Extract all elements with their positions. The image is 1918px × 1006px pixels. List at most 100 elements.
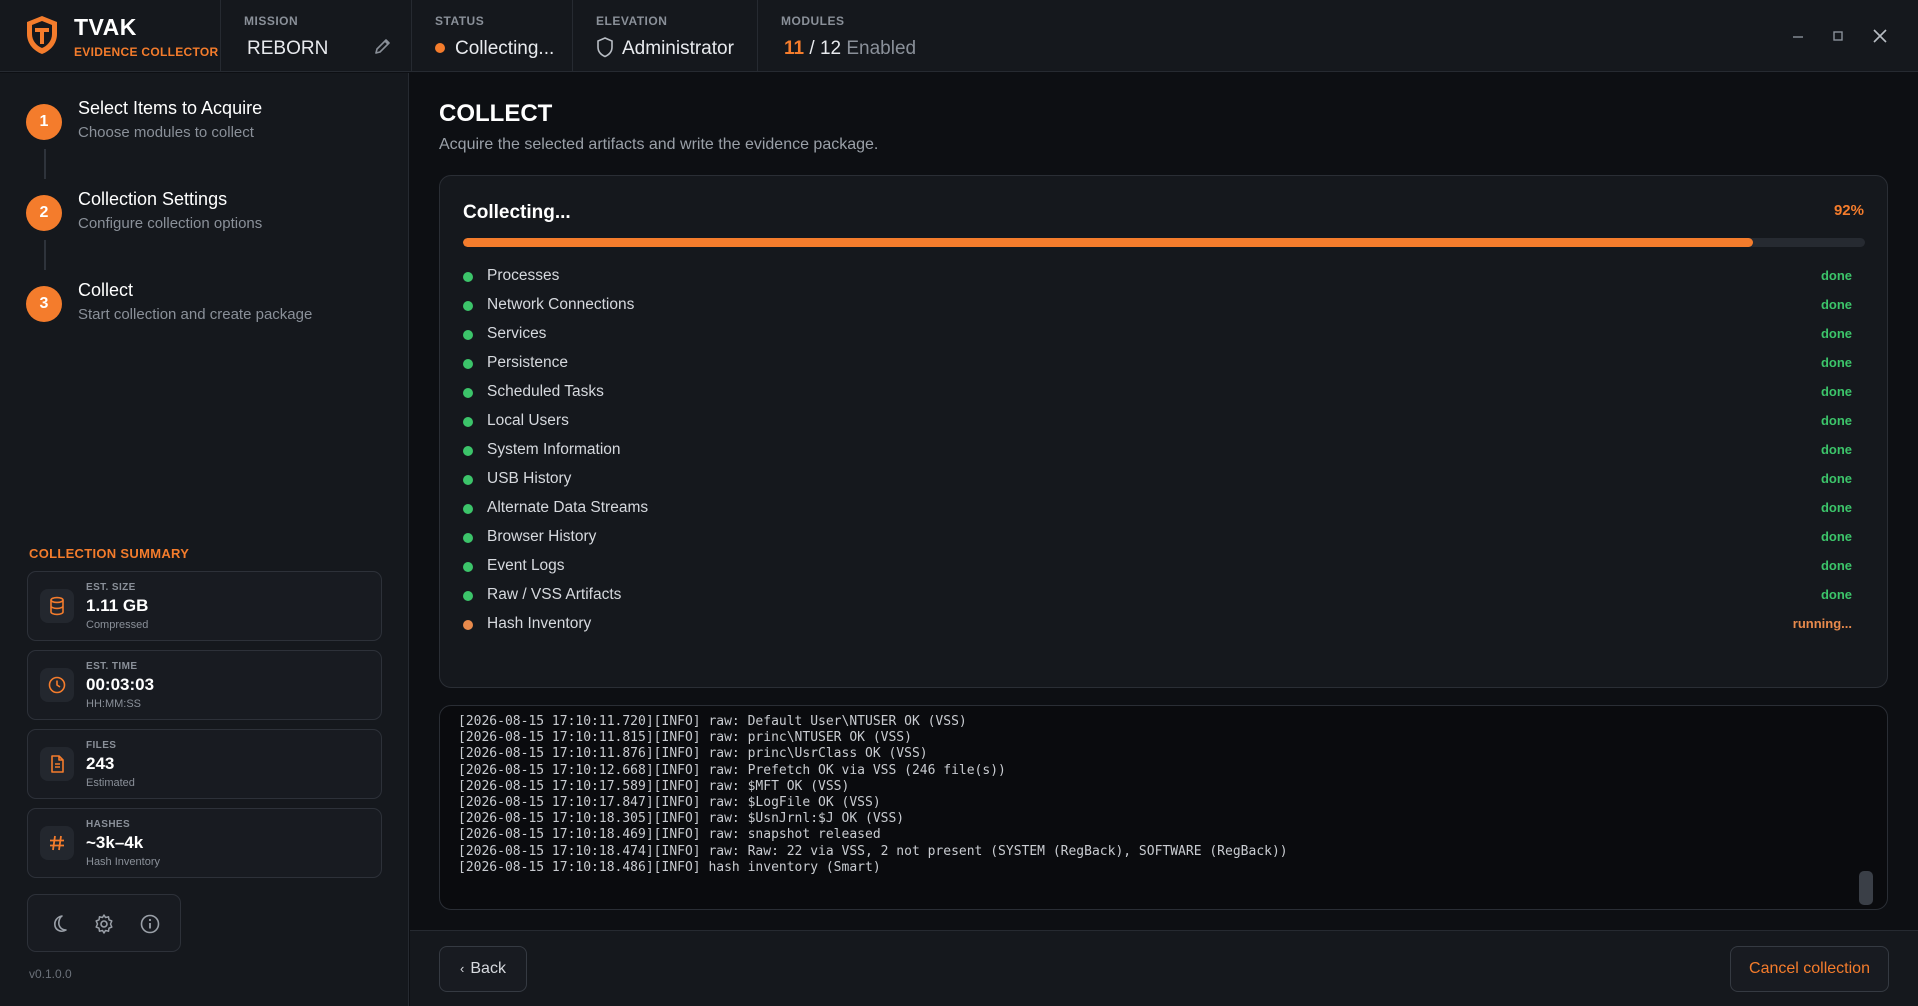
log-line: [2026-08-15 17:10:17.589][INFO] raw: $MF… <box>458 778 850 794</box>
module-row: Browser History done <box>463 526 1865 555</box>
progress-bar <box>463 238 1865 247</box>
modules-segment: MODULES 11 / 12 Enabled <box>759 0 979 72</box>
module-status-dot <box>463 591 473 601</box>
status-label: STATUS <box>435 14 485 28</box>
card-value: 1.11 GB <box>86 596 149 615</box>
card-value: 243 <box>86 754 115 773</box>
module-name: Alternate Data Streams <box>487 499 649 516</box>
step-number: 3 <box>26 286 62 322</box>
edit-pencil-icon[interactable] <box>373 36 393 56</box>
back-button[interactable]: ‹ Back <box>439 946 527 992</box>
cancel-collection-button[interactable]: Cancel collection <box>1730 946 1889 992</box>
module-status-dot <box>463 301 473 311</box>
brand: TVAK EVIDENCE COLLECTOR <box>0 0 221 72</box>
module-status-dot <box>463 417 473 427</box>
module-status-dot <box>463 533 473 543</box>
app-subtitle: EVIDENCE COLLECTOR <box>74 45 219 59</box>
module-status: done <box>1820 355 1852 370</box>
modules-enabled-count: 11 <box>784 38 805 59</box>
module-name: USB History <box>487 470 572 487</box>
minimize-icon[interactable] <box>1786 24 1810 48</box>
module-status-dot <box>463 562 473 572</box>
sidebar-tools <box>27 894 181 952</box>
status-dot <box>435 43 445 53</box>
module-status-dot <box>463 475 473 485</box>
module-name: Browser History <box>487 528 597 545</box>
elevation-label: ELEVATION <box>596 14 668 28</box>
module-row: Raw / VSS Artifacts done <box>463 584 1865 613</box>
step-description: Start collection and create package <box>78 306 313 323</box>
modules-total-count: 12 <box>819 38 842 59</box>
card-sub: Hash Inventory <box>86 856 160 868</box>
module-status: done <box>1820 326 1852 341</box>
card-key: EST. TIME <box>86 661 138 672</box>
version-label: v0.1.0.0 <box>29 967 72 981</box>
step-title: Select Items to Acquire <box>78 98 263 118</box>
top-bar: TVAK EVIDENCE COLLECTOR MISSION REBORN S… <box>0 0 1918 72</box>
module-status: done <box>1820 558 1852 573</box>
log-console[interactable]: [2026-08-15 17:10:11.720][INFO] raw: Def… <box>439 705 1888 910</box>
card-sub: Estimated <box>86 777 135 789</box>
summary-card-files: FILES 243 Estimated <box>27 729 382 799</box>
module-status: done <box>1820 297 1852 312</box>
sidebar: 1 Select Items to Acquire Choose modules… <box>0 73 409 1006</box>
close-icon[interactable] <box>1868 24 1892 48</box>
step-description: Configure collection options <box>78 215 263 232</box>
module-status: done <box>1820 587 1852 602</box>
log-scrollbar[interactable] <box>1859 871 1873 905</box>
module-name: Network Connections <box>487 296 635 313</box>
status-value: Collecting... <box>455 38 555 59</box>
module-row: Hash Inventory running... <box>463 613 1865 642</box>
log-line: [2026-08-15 17:10:18.486][INFO] hash inv… <box>458 859 881 875</box>
module-name: System Information <box>487 441 621 458</box>
progress-bar-fill <box>463 238 1753 247</box>
module-name: Processes <box>487 267 560 284</box>
step-title: Collect <box>78 280 134 300</box>
card-key: EST. SIZE <box>86 582 136 593</box>
module-status: done <box>1820 442 1852 457</box>
clock-icon <box>40 668 74 702</box>
step-number: 1 <box>26 104 62 140</box>
back-button-label: Back <box>470 960 506 977</box>
elevation-segment: ELEVATION Administrator <box>574 0 758 72</box>
module-status-dot <box>463 446 473 456</box>
mission-label: MISSION <box>244 14 299 28</box>
card-key: FILES <box>86 740 117 751</box>
status-segment: STATUS Collecting... <box>413 0 573 72</box>
card-value: 00:03:03 <box>86 675 155 694</box>
module-row: Alternate Data Streams done <box>463 497 1865 526</box>
module-status-dot <box>463 272 473 282</box>
database-icon <box>40 589 74 623</box>
moon-icon[interactable] <box>47 912 71 936</box>
module-name: Raw / VSS Artifacts <box>487 586 622 603</box>
elevation-value: Administrator <box>622 38 734 59</box>
module-row: Persistence done <box>463 352 1865 381</box>
module-status-dot <box>463 504 473 514</box>
module-row: USB History done <box>463 468 1865 497</box>
module-row: Network Connections done <box>463 294 1865 323</box>
file-icon <box>40 747 74 781</box>
info-icon[interactable] <box>138 912 162 936</box>
maximize-icon[interactable] <box>1826 24 1850 48</box>
footer-bar: ‹ Back Cancel collection <box>410 930 1918 1006</box>
card-sub: HH:MM:SS <box>86 698 141 710</box>
module-list: Processes done Network Connections done Serv… <box>463 265 1865 642</box>
module-row: Event Logs done <box>463 555 1865 584</box>
module-status-dot <box>463 330 473 340</box>
card-sub: Compressed <box>86 619 149 631</box>
module-name: Event Logs <box>487 557 565 574</box>
module-status: done <box>1820 529 1852 544</box>
module-name: Persistence <box>487 354 568 371</box>
module-status-dot <box>463 620 473 630</box>
log-line: [2026-08-15 17:10:11.815][INFO] raw: pri… <box>458 730 912 746</box>
module-row: Local Users done <box>463 410 1865 439</box>
module-row: Processes done <box>463 265 1865 294</box>
modules-value: 11 / 12 Enabled <box>784 38 916 60</box>
module-row: Services done <box>463 323 1865 352</box>
log-line: [2026-08-15 17:10:11.876][INFO] raw: pri… <box>458 746 928 762</box>
module-status: done <box>1820 384 1852 399</box>
shield-icon <box>597 37 613 58</box>
log-line: [2026-08-15 17:10:18.474][INFO] raw: Raw… <box>458 843 1288 859</box>
module-name: Hash Inventory <box>487 615 592 632</box>
gear-icon[interactable] <box>92 912 116 936</box>
